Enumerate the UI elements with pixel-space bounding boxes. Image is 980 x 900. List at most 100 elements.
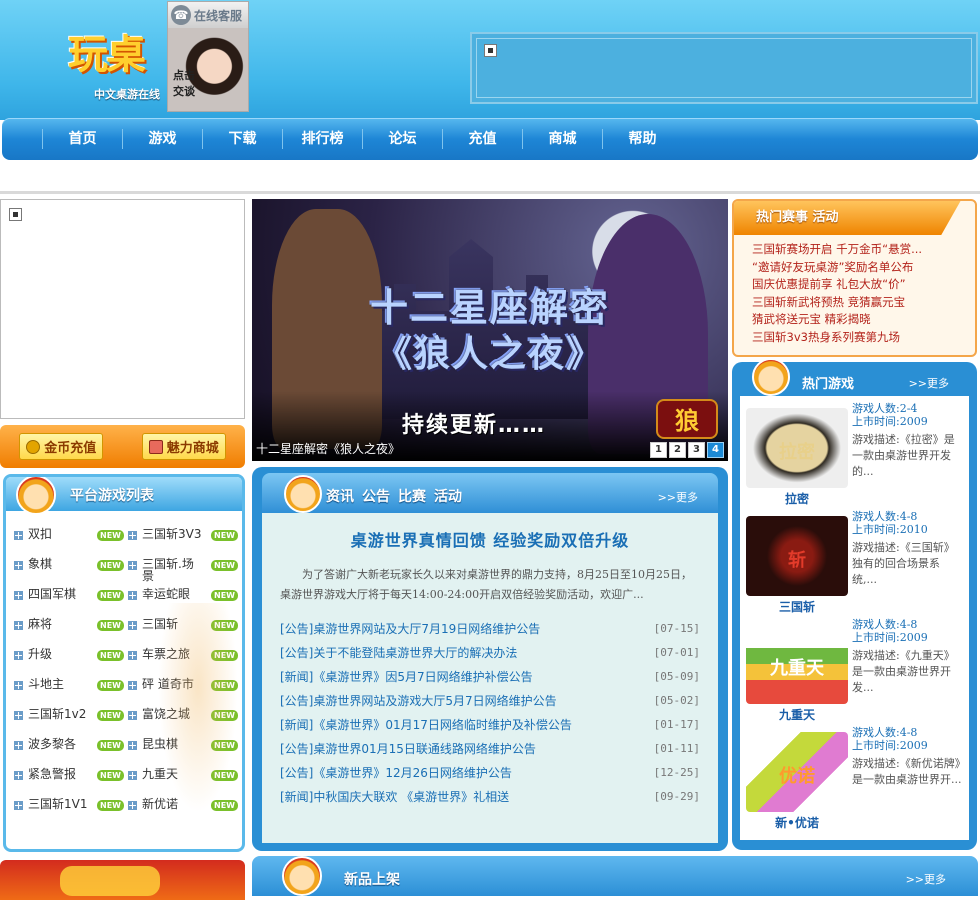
news-item[interactable]: [新闻]《桌游世界》01月17日网络临时维护及补偿公告 [01-17] (280, 713, 700, 737)
news-item[interactable]: [新闻]《桌游世界》因5月7日网络维护补偿公告 [05-09] (280, 665, 700, 689)
game-name[interactable]: 三国斩1V1 (28, 798, 88, 810)
hot-game-item[interactable]: 斩三国斩 游戏人数:4-8 上市时间:2010 游戏描述:《三国斩》独有的回合场景系统… (746, 510, 969, 618)
news-item-title[interactable]: [公告]桌游世界01月15日联通线路网络维护公告 (280, 737, 536, 761)
game-name[interactable]: 象棋 (28, 558, 88, 570)
news-item[interactable]: [公告]桌游世界网站及大厅7月19日网络维护公告 [07-15] (280, 617, 700, 641)
agent-avatar[interactable]: 点击交谈 (168, 28, 248, 111)
game-list-item[interactable]: 车票之旅 NEW (128, 643, 238, 673)
event-item[interactable]: 国庆优惠提前享 礼包大放“价” (752, 276, 975, 294)
news-item-title[interactable]: [公告]桌游世界网站及游戏大厅5月7日网络维护公告 (280, 689, 557, 713)
game-thumbnail[interactable]: 斩 (746, 516, 848, 596)
game-list-item[interactable]: 新优诺 NEW (128, 793, 238, 823)
nav-item-mall[interactable]: 商城 (522, 129, 602, 149)
game-list-item[interactable]: 三国斩.场景 NEW (128, 553, 238, 583)
news-item-title[interactable]: [新闻]中秋国庆大联欢 《桌游世界》礼相送 (280, 785, 509, 809)
game-title[interactable]: 三国斩 (746, 598, 848, 615)
game-name[interactable]: 三国斩1v2 (28, 708, 88, 720)
banner-page-2[interactable]: 2 (669, 442, 686, 458)
new-products-more-link[interactable]: >>更多 (906, 871, 946, 887)
game-list-item[interactable]: 四国军棋 NEW (14, 583, 124, 613)
banner-page-3[interactable]: 3 (688, 442, 705, 458)
gold-recharge-button[interactable]: 金币充值 (19, 433, 104, 460)
game-list-item[interactable]: 紧急警报 NEW (14, 763, 124, 793)
feature-headline[interactable]: 桌游世界真情回馈 经验奖励双倍升级 (280, 527, 700, 551)
game-name[interactable]: 麻将 (28, 618, 88, 630)
banner-page-4[interactable]: 4 (707, 442, 724, 458)
left-ad-slot[interactable] (0, 199, 245, 419)
tab-match[interactable]: 比赛 (398, 486, 426, 506)
game-thumbnail[interactable]: 优诺 (746, 732, 848, 812)
tab-event[interactable]: 活动 (434, 486, 462, 506)
news-item-title[interactable]: [新闻]《桌游世界》01月17日网络临时维护及补偿公告 (280, 713, 572, 737)
nav-item-download[interactable]: 下载 (202, 129, 282, 149)
game-name[interactable]: 四国军棋 (28, 588, 88, 600)
charm-mall-button[interactable]: 魅力商城 (141, 433, 226, 460)
nav-item-home[interactable]: 首页 (42, 129, 122, 149)
hero-banner[interactable]: 十二星座解密 《狼人之夜》 持续更新…… 狼 十二星座解密《狼人之夜》 1234 (252, 199, 728, 461)
game-list-item[interactable]: 三国斩1v2 NEW (14, 703, 124, 733)
game-list-item[interactable]: 双扣 NEW (14, 523, 124, 553)
nav-item-recharge[interactable]: 充值 (442, 129, 522, 149)
game-name[interactable]: 车票之旅 (142, 648, 202, 660)
news-item[interactable]: [公告]桌游世界网站及游戏大厅5月7日网络维护公告 [05-02] (280, 689, 700, 713)
game-thumbnail[interactable]: 拉密 (746, 408, 848, 488)
news-item[interactable]: [公告]关于不能登陆桌游世界大厅的解决办法 [07-01] (280, 641, 700, 665)
game-title[interactable]: 拉密 (746, 490, 848, 507)
chat-cta[interactable]: 点击交谈 (173, 68, 203, 100)
news-more-link[interactable]: >>更多 (658, 489, 698, 505)
news-item-title[interactable]: [公告]《桌游世界》12月26日网络维护公告 (280, 761, 512, 785)
hot-game-item[interactable]: 九重天 九重天 游戏人数:4-8 上市时间:2009 游戏描述:《九重天》是一款由桌游世… (746, 618, 969, 726)
game-name[interactable]: 双扣 (28, 528, 88, 540)
game-list-item[interactable]: 三国斩3V3 NEW (128, 523, 238, 553)
banner-caption[interactable]: 十二星座解密《狼人之夜》 (256, 440, 400, 457)
game-list-item[interactable]: 三国斩 NEW (128, 613, 238, 643)
hot-games-more-link[interactable]: >>更多 (909, 375, 949, 391)
news-item-title[interactable]: [新闻]《桌游世界》因5月7日网络维护补偿公告 (280, 665, 533, 689)
banner-page-1[interactable]: 1 (650, 442, 667, 458)
game-list-item[interactable]: 昆虫棋 NEW (128, 733, 238, 763)
news-item[interactable]: [新闻]中秋国庆大联欢 《桌游世界》礼相送 [09-29] (280, 785, 700, 809)
game-list-item[interactable]: 富饶之城 NEW (128, 703, 238, 733)
game-list-item[interactable]: 三国斩1V1 NEW (14, 793, 124, 823)
nav-item-help[interactable]: 帮助 (602, 129, 682, 149)
left-promo-banner[interactable] (0, 860, 245, 900)
event-item[interactable]: 三国斩新武将预热 竞猜赢元宝 (752, 294, 975, 312)
site-logo[interactable]: 玩桌 中文桌游在线 (68, 22, 178, 101)
hot-game-item[interactable]: 拉密 拉密 游戏人数:2-4 上市时间:2009 游戏描述:《拉密》是一款由桌游世界开发… (746, 402, 969, 510)
news-item[interactable]: [公告]《桌游世界》12月26日网络维护公告 [12-25] (280, 761, 700, 785)
news-item[interactable]: [公告]桌游世界01月15日联通线路网络维护公告 [01-11] (280, 737, 700, 761)
game-name[interactable]: 波多黎各 (28, 738, 88, 750)
game-name[interactable]: 三国斩3V3 (142, 528, 202, 540)
game-list-item[interactable]: 幸运蛇眼 NEW (128, 583, 238, 613)
game-title[interactable]: 九重天 (746, 706, 848, 723)
game-name[interactable]: 砰 道奇市 (142, 678, 202, 690)
game-list-item[interactable]: 波多黎各 NEW (14, 733, 124, 763)
nav-item-forum[interactable]: 论坛 (362, 129, 442, 149)
game-name[interactable]: 昆虫棋 (142, 738, 202, 750)
game-name[interactable]: 紧急警报 (28, 768, 88, 780)
game-title[interactable]: 新•优诺 (746, 814, 848, 831)
nav-item-games[interactable]: 游戏 (122, 129, 202, 149)
game-name[interactable]: 富饶之城 (142, 708, 202, 720)
game-list-item[interactable]: 砰 道奇市 NEW (128, 673, 238, 703)
game-name[interactable]: 升级 (28, 648, 88, 660)
game-name[interactable]: 三国斩.场景 (142, 558, 202, 582)
game-name[interactable]: 九重天 (142, 768, 202, 780)
news-item-title[interactable]: [公告]桌游世界网站及大厅7月19日网络维护公告 (280, 617, 540, 641)
game-thumbnail[interactable]: 九重天 (746, 624, 848, 704)
hot-game-item[interactable]: 优诺 新•优诺 游戏人数:4-8 上市时间:2009 游戏描述:《新优诺牌》是一款由桌游… (746, 726, 969, 834)
tab-info[interactable]: 资讯 (326, 486, 354, 506)
game-list-item[interactable]: 升级 NEW (14, 643, 124, 673)
event-item[interactable]: 三国斩3v3热身系列赛第九场 (752, 329, 975, 347)
game-list-item[interactable]: 麻将 NEW (14, 613, 124, 643)
game-name[interactable]: 新优诺 (142, 798, 202, 810)
customer-service-widget[interactable]: ☎ 在线客服 点击交谈 (167, 1, 249, 112)
game-list-item[interactable]: 九重天 NEW (128, 763, 238, 793)
game-list-item[interactable]: 斗地主 NEW (14, 673, 124, 703)
event-item[interactable]: “邀请好友玩桌游”奖励名单公布 (752, 259, 975, 277)
game-name[interactable]: 三国斩 (142, 618, 202, 630)
event-item[interactable]: 三国斩赛场开启 千万金币“悬赏... (752, 241, 975, 259)
news-item-title[interactable]: [公告]关于不能登陆桌游世界大厅的解决办法 (280, 641, 517, 665)
tab-notice[interactable]: 公告 (362, 486, 390, 506)
game-name[interactable]: 幸运蛇眼 (142, 588, 202, 600)
